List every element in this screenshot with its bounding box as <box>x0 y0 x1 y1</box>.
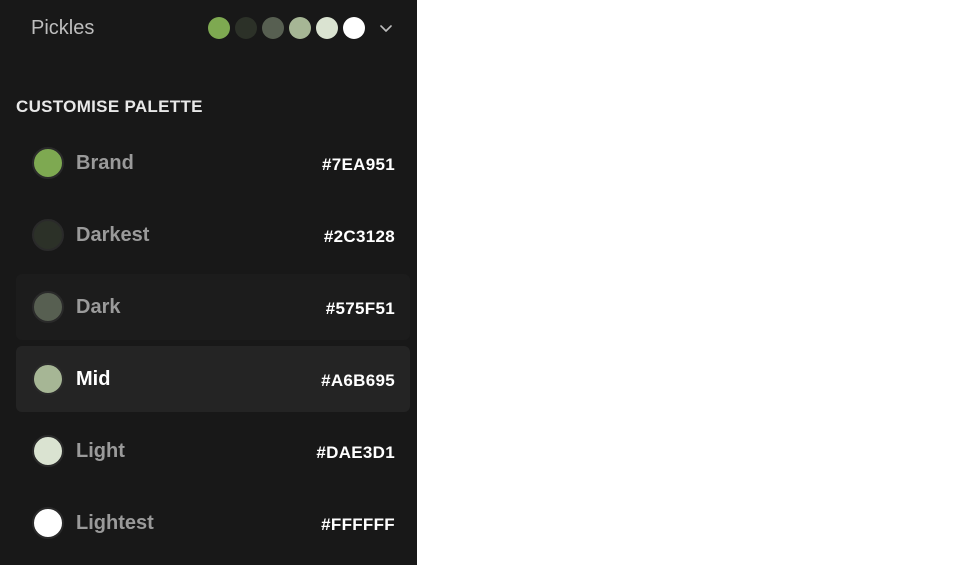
theme-name: Pickles <box>31 17 95 39</box>
swatch-lightest-icon <box>343 17 365 39</box>
color-hex[interactable]: #575F51 <box>326 299 395 319</box>
palette-list: Brand #7EA951 Darkest #2C3128 Dark #575F… <box>16 130 410 562</box>
palette-row-brand[interactable]: Brand #7EA951 <box>16 130 410 196</box>
color-label: Lightest <box>76 512 154 534</box>
color-label: Dark <box>76 296 121 318</box>
color-hex[interactable]: #A6B695 <box>321 371 395 391</box>
swatch-light-icon <box>316 17 338 39</box>
color-dot-icon[interactable] <box>32 219 64 251</box>
swatch-brand-icon <box>208 17 230 39</box>
color-label: Mid <box>76 368 111 390</box>
color-dot-icon[interactable] <box>32 291 64 323</box>
color-hex[interactable]: #7EA951 <box>322 155 395 175</box>
palette-panel: Pickles CUSTOMISE PALETTE Brand #7EA951 … <box>0 0 417 565</box>
chevron-down-icon[interactable] <box>378 20 394 36</box>
palette-row-light[interactable]: Light #DAE3D1 <box>16 418 410 484</box>
color-hex[interactable]: #2C3128 <box>324 227 395 247</box>
swatch-dark-icon <box>262 17 284 39</box>
section-title: CUSTOMISE PALETTE <box>16 97 203 116</box>
swatch-darkest-icon <box>235 17 257 39</box>
canvas-area <box>417 0 960 565</box>
color-label: Light <box>76 440 125 462</box>
color-label: Brand <box>76 152 134 174</box>
color-dot-icon[interactable] <box>32 507 64 539</box>
color-dot-icon[interactable] <box>32 147 64 179</box>
color-hex[interactable]: #FFFFFF <box>321 515 395 535</box>
palette-row-dark[interactable]: Dark #575F51 <box>16 274 410 340</box>
swatch-mid-icon <box>289 17 311 39</box>
color-dot-icon[interactable] <box>32 435 64 467</box>
color-label: Darkest <box>76 224 150 246</box>
palette-row-darkest[interactable]: Darkest #2C3128 <box>16 202 410 268</box>
palette-row-lightest[interactable]: Lightest #FFFFFF <box>16 490 410 556</box>
swatch-preview <box>208 17 365 39</box>
theme-selector[interactable]: Pickles <box>0 0 417 56</box>
color-dot-icon[interactable] <box>32 363 64 395</box>
palette-row-mid[interactable]: Mid #A6B695 <box>16 346 410 412</box>
color-hex[interactable]: #DAE3D1 <box>316 443 395 463</box>
